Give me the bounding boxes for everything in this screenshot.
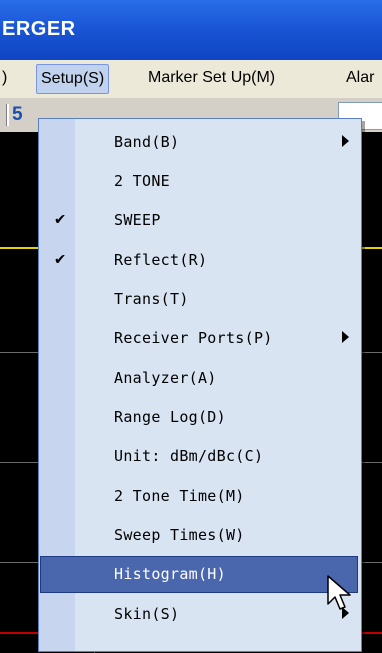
menu-bar: ) Setup(S) Marker Set Up(M) Alar — [0, 60, 382, 98]
menu-item-label: SWEEP — [114, 211, 161, 229]
toolbar-separator — [6, 104, 9, 126]
setup-dropdown-menu: Band(B) 2 TONE ✔ SWEEP ✔ Reflect(R) Trans(T) Re… — [38, 118, 362, 652]
menu-item-label: Skin(S) — [114, 605, 180, 623]
menu-item-label: 2 TONE — [114, 172, 170, 190]
menu-item-range-log[interactable]: Range Log(D) — [41, 400, 357, 435]
menu-item-label: Analyzer(A) — [114, 369, 217, 387]
menu-item-unit[interactable]: Unit: dBm/dBc(C) — [41, 439, 357, 474]
menu-item-label: Range Log(D) — [114, 408, 226, 426]
menu-item-reflect[interactable]: ✔ Reflect(R) — [41, 243, 357, 278]
submenu-arrow-icon — [342, 135, 349, 147]
toolbar-number[interactable]: 5 — [12, 104, 23, 126]
menu-item-label: Band(B) — [114, 133, 180, 151]
menu-item-2-tone-time[interactable]: 2 Tone Time(M) — [41, 479, 357, 514]
menu-alarm-partial[interactable]: Alar — [346, 69, 374, 87]
menu-item-histogram[interactable]: Histogram(H) — [40, 556, 358, 593]
menu-item-band[interactable]: Band(B) — [41, 125, 357, 160]
submenu-arrow-icon — [342, 331, 349, 343]
menu-marker-set-up[interactable]: Marker Set Up(M) — [148, 69, 275, 87]
checkmark-icon: ✔ — [55, 209, 66, 229]
menu-item-label: Trans(T) — [114, 290, 189, 308]
menu-item-label: 2 Tone Time(M) — [114, 487, 245, 505]
menu-item-sweep-times[interactable]: Sweep Times(W) — [41, 518, 357, 553]
menu-item-analyzer[interactable]: Analyzer(A) — [41, 361, 357, 396]
window-title-bar[interactable]: ERGER — [0, 0, 382, 60]
menu-item-label: Unit: dBm/dBc(C) — [114, 447, 264, 465]
menu-item-label: Reflect(R) — [114, 251, 208, 269]
menu-item-2-tone[interactable]: 2 TONE — [41, 164, 357, 199]
menu-item-label: Sweep Times(W) — [114, 526, 245, 544]
menu-item-skin[interactable]: Skin(S) — [41, 597, 357, 632]
mouse-pointer-icon — [327, 575, 351, 610]
menu-item-label: Histogram(H) — [114, 565, 226, 583]
menu-item-receiver-ports[interactable]: Receiver Ports(P) — [41, 321, 357, 356]
menu-item-label: Receiver Ports(P) — [114, 329, 273, 347]
window-title: ERGER — [2, 18, 76, 40]
menu-item-partial-left[interactable]: ) — [2, 69, 7, 87]
menu-setup[interactable]: Setup(S) — [36, 64, 110, 94]
menu-item-trans[interactable]: Trans(T) — [41, 282, 357, 317]
menu-item-sweep[interactable]: ✔ SWEEP — [41, 203, 357, 238]
checkmark-icon: ✔ — [55, 249, 66, 269]
